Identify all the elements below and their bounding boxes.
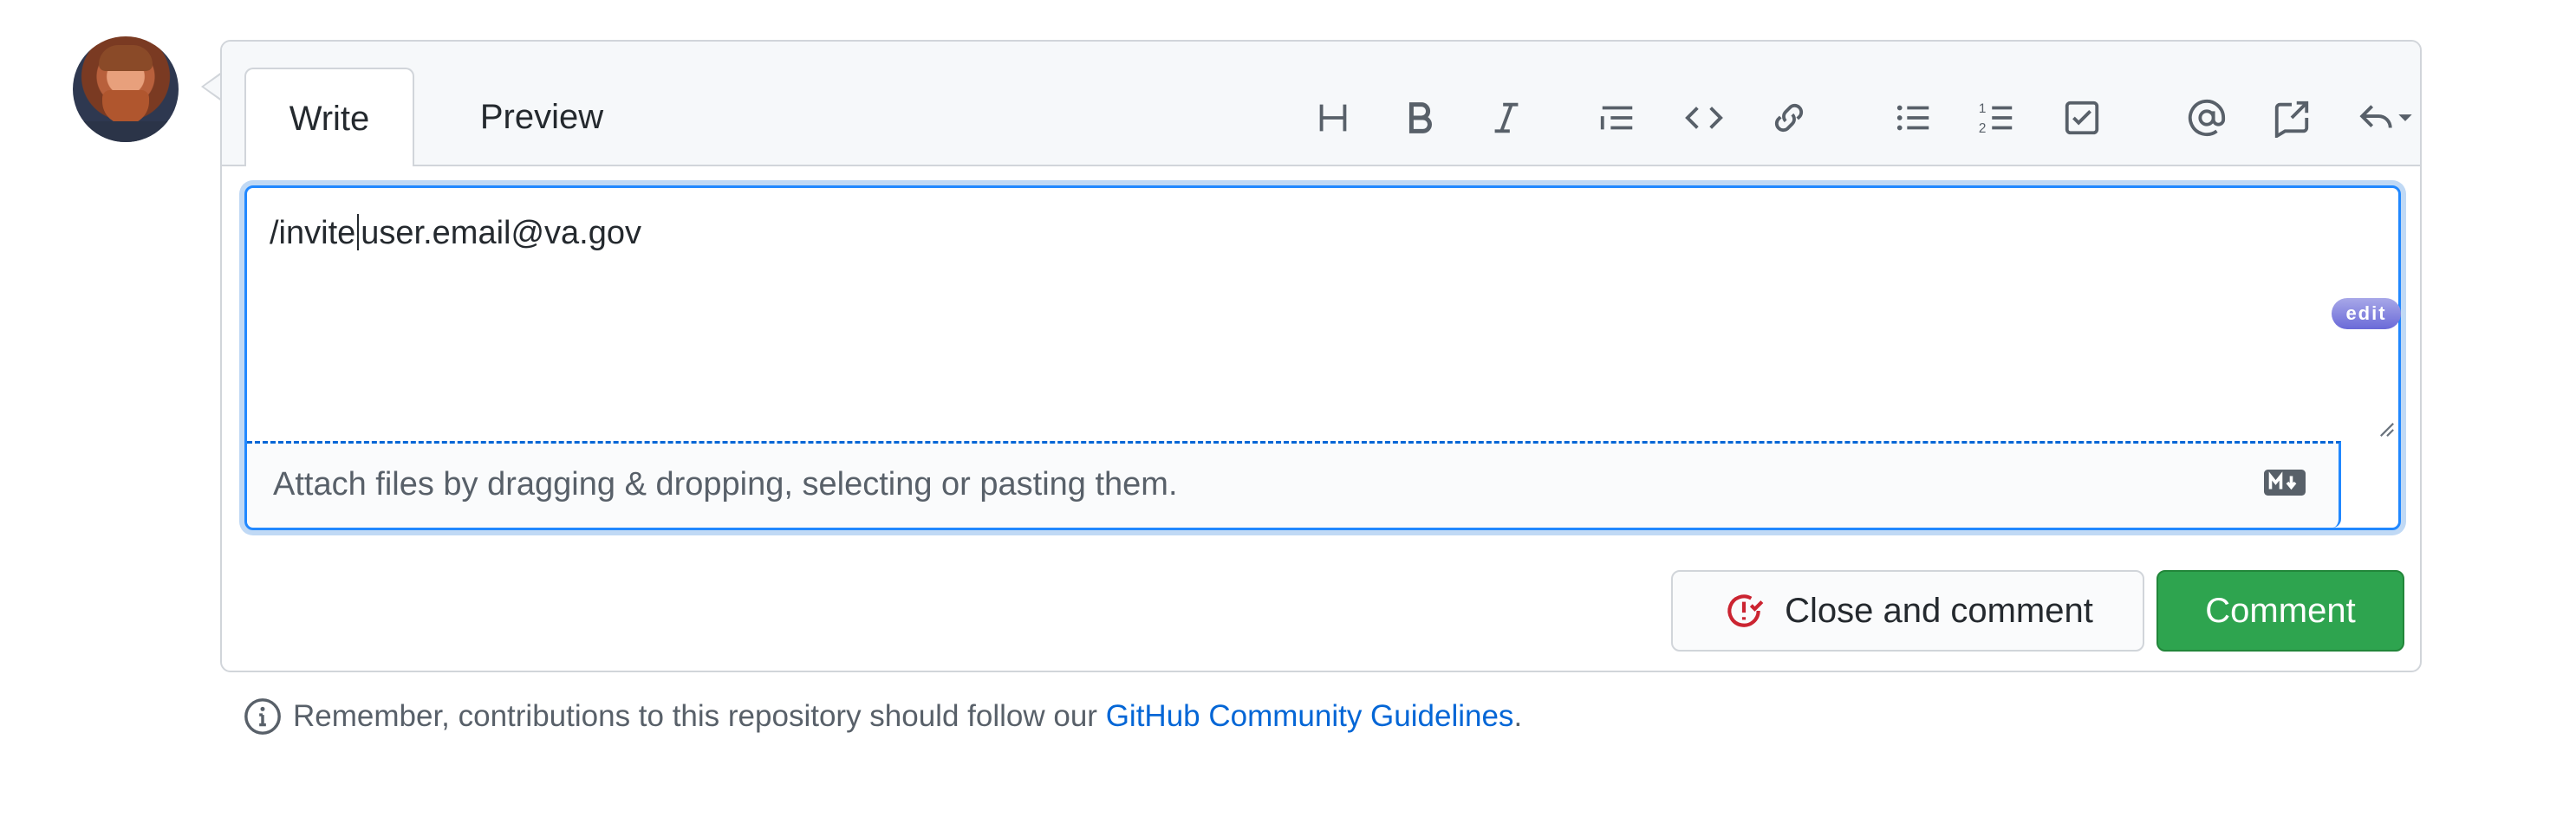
comment-tabbar: Write Preview 12 bbox=[222, 42, 2420, 166]
avatar-hair bbox=[99, 45, 153, 71]
svg-text:1: 1 bbox=[1979, 101, 1987, 116]
mention-icon bbox=[2188, 99, 2226, 137]
link-icon bbox=[1774, 103, 1804, 133]
issue-closed-icon bbox=[1727, 594, 1764, 627]
guidelines-text: Remember, contributions to this reposito… bbox=[293, 699, 1097, 733]
heading-button[interactable] bbox=[1309, 94, 1357, 142]
italic-icon bbox=[1494, 102, 1519, 133]
user-avatar bbox=[73, 36, 179, 142]
comment-button[interactable]: Comment bbox=[2156, 570, 2404, 652]
edit-badge[interactable]: edit bbox=[2332, 298, 2401, 329]
comment-textarea[interactable]: /invite user.email@va.gov bbox=[247, 188, 2398, 441]
mention-button[interactable] bbox=[2182, 94, 2231, 142]
community-guidelines-link[interactable]: GitHub Community Guidelines bbox=[1106, 699, 1514, 734]
link-button[interactable] bbox=[1765, 94, 1813, 142]
avatar-beard bbox=[102, 90, 149, 125]
bulleted-list-button[interactable] bbox=[1890, 94, 1938, 142]
heading-icon bbox=[1319, 104, 1347, 132]
avatar-shirt bbox=[73, 121, 179, 142]
bold-icon bbox=[1408, 102, 1432, 133]
task-list-button[interactable] bbox=[2058, 94, 2106, 142]
reply-icon bbox=[2359, 105, 2412, 128]
close-and-comment-button[interactable]: Close and comment bbox=[1671, 570, 2144, 652]
svg-text:2: 2 bbox=[1979, 121, 1987, 136]
resize-handle-icon[interactable] bbox=[2379, 422, 2395, 438]
bulleted-list-icon bbox=[1896, 105, 1929, 131]
quote-button[interactable] bbox=[1593, 94, 1642, 142]
text-cursor bbox=[357, 214, 360, 250]
attach-files-text: Attach files by dragging & dropping, sel… bbox=[273, 466, 1178, 503]
tab-preview[interactable]: Preview bbox=[440, 68, 643, 166]
code-button[interactable] bbox=[1680, 94, 1728, 142]
comment-button-label: Comment bbox=[2205, 591, 2356, 630]
text-before-cursor: /invite bbox=[270, 215, 356, 251]
comment-caret-inner bbox=[204, 75, 221, 99]
file-attach-dropzone[interactable]: Attach files by dragging & dropping, sel… bbox=[247, 441, 2341, 528]
reference-button[interactable] bbox=[2267, 94, 2316, 142]
reference-icon bbox=[2274, 101, 2309, 138]
info-icon bbox=[244, 698, 281, 735]
text-after-cursor: user.email@va.gov bbox=[361, 215, 642, 251]
reply-button[interactable] bbox=[2351, 94, 2420, 142]
italic-button[interactable] bbox=[1482, 94, 1531, 142]
comment-editor: /invite user.email@va.gov Attach files by… bbox=[244, 185, 2401, 530]
quote-icon bbox=[1600, 106, 1633, 130]
guidelines-suffix: . bbox=[1513, 699, 1523, 733]
numbered-list-icon: 12 bbox=[1979, 101, 2013, 136]
code-icon bbox=[1685, 107, 1723, 129]
bold-button[interactable] bbox=[1395, 94, 1444, 142]
markdown-icon[interactable] bbox=[2264, 470, 2306, 496]
close-and-comment-label: Close and comment bbox=[1785, 591, 2093, 630]
task-list-icon bbox=[2065, 101, 2099, 135]
comment-form: Write Preview 12 /invite user.email@va.g… bbox=[220, 40, 2422, 672]
tab-write[interactable]: Write bbox=[244, 68, 414, 166]
numbered-list-button[interactable]: 12 bbox=[1973, 94, 2021, 142]
guidelines-note: Remember, contributions to this reposito… bbox=[243, 697, 1522, 736]
